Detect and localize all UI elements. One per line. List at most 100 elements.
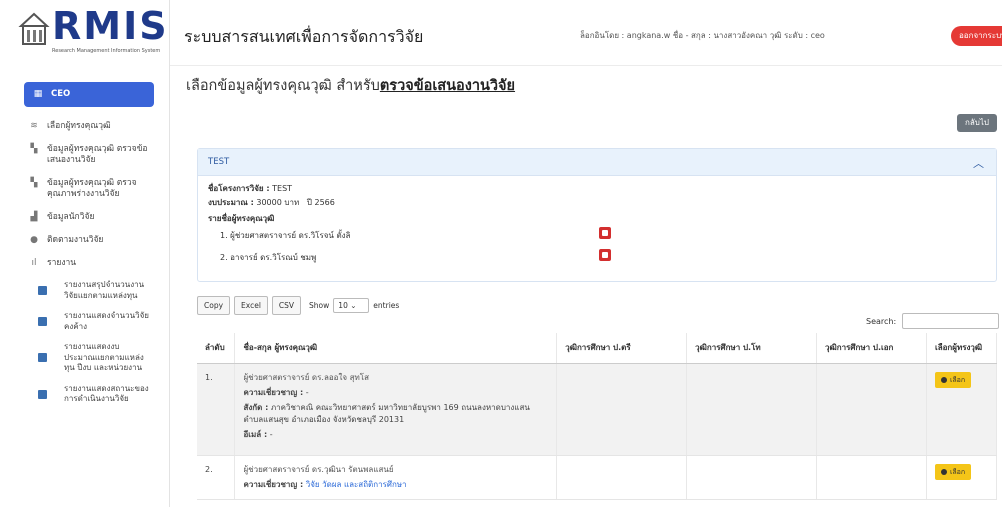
sidebar-item-select-expert[interactable]: ≋ เลือกผู้ทรงคุณวุฒิ bbox=[24, 115, 154, 138]
sidebar-item-label: เลือกผู้ทรงคุณวุฒิ bbox=[47, 121, 111, 131]
sidebar-item-tracking[interactable]: ● ติดตามงานวิจัย bbox=[24, 229, 154, 252]
chevron-down-icon: ⌄ bbox=[350, 301, 357, 310]
circle-icon: ● bbox=[30, 235, 38, 245]
sidebar-item-ceo[interactable]: ▦ CEO bbox=[24, 82, 154, 107]
choose-button[interactable]: เลือก bbox=[934, 463, 972, 480]
logout-button[interactable]: ออกจากระบบ bbox=[951, 26, 1002, 46]
project-card-header[interactable]: TEST ︿ bbox=[198, 149, 996, 176]
chevron-up-icon[interactable]: ︿ bbox=[973, 155, 984, 171]
page-title-emphasis: ตรวจข้อเสนองานวิจัย bbox=[379, 78, 516, 94]
sidebar-subitem-label: รายงานแสดงจำนวนวิจัยคงค้าง bbox=[64, 311, 149, 331]
grid-icon: ▦ bbox=[33, 89, 43, 99]
expert-item: 1. ผู้ช่วยศาสตราจารย์ ดร.วิโรจน์ ตั้งลิ bbox=[220, 231, 351, 240]
layers-icon: ≋ bbox=[30, 121, 38, 131]
back-button[interactable]: กลับไป bbox=[957, 114, 997, 132]
excel-button[interactable]: Excel bbox=[234, 296, 268, 315]
expertise-line: ความเชี่ยวชาญ : - bbox=[243, 387, 309, 397]
logo-text: RMIS bbox=[52, 4, 169, 48]
row-doctorate bbox=[816, 455, 927, 500]
sidebar-subitem-label: รายงานแสดงสถานะของการดำเนินงานวิจัย bbox=[64, 383, 149, 404]
square-icon bbox=[38, 317, 47, 326]
show-label: Show bbox=[309, 301, 330, 310]
expert-name: ผู้ช่วยศาสตราจารย์ ดร.ลออใจ สุทโส bbox=[243, 372, 369, 382]
sidebar-item-label: ข้อมูลผู้ทรงคุณวุฒิ ตรวจข้อเสนองานวิจัย bbox=[47, 144, 148, 165]
check-circle-icon bbox=[940, 376, 947, 383]
main-content: เลือกข้อมูลผู้ทรงคุณวุฒิ สำหรับตรวจข้อเส… bbox=[170, 66, 1002, 507]
sidebar-item-expert-draft[interactable]: ▚ ข้อมูลผู้ทรงคุณวุฒิ ตรวจคุณภาพร่างงานว… bbox=[24, 172, 154, 206]
expertise-line: ความเชี่ยวชาญ : วิจัย วัดผล และสถิติการศ… bbox=[243, 479, 407, 489]
row-no: 1. bbox=[197, 363, 236, 456]
sidebar-item-label: ติดตามงานวิจัย bbox=[47, 235, 104, 245]
row-name-cell: ผู้ช่วยศาสตราจารย์ ดร.ลออใจ สุทโส ความเช… bbox=[234, 363, 558, 456]
sidebar: RMIS Research Management Information Sys… bbox=[0, 0, 170, 507]
entries-select[interactable]: 10 ⌄ bbox=[333, 298, 370, 313]
csv-button[interactable]: CSV bbox=[271, 296, 302, 315]
project-name-label: ชื่อโครงการวิจัย : bbox=[208, 184, 270, 193]
logo[interactable]: RMIS Research Management Information Sys… bbox=[18, 4, 167, 58]
year-value: ปี 2566 bbox=[306, 198, 335, 207]
table-header-row: ลำดับ ชื่อ-สกุล ผู้ทรงคุณวุฒิ วุฒิการศึก… bbox=[197, 333, 998, 364]
panel-icon: ▚ bbox=[30, 178, 38, 188]
choose-button[interactable]: เลือก bbox=[934, 371, 972, 388]
sidebar-item-reports[interactable]: ıl รายงาน bbox=[24, 252, 154, 275]
row-bachelor bbox=[556, 363, 688, 456]
sidebar-item-label: ข้อมูลผู้ทรงคุณวุฒิ ตรวจคุณภาพร่างงานวิจ… bbox=[47, 178, 137, 199]
row-master bbox=[686, 455, 818, 500]
sidebar-item-expert-proposal[interactable]: ▚ ข้อมูลผู้ทรงคุณวุฒิ ตรวจข้อเสนองานวิจั… bbox=[24, 138, 154, 172]
table-toolbar: Copy Excel CSV Show 10 ⌄ entries bbox=[197, 296, 399, 315]
sidebar-subitem-report-pending[interactable]: รายงานแสดงจำนวนวิจัยคงค้าง bbox=[24, 306, 154, 337]
entries-label: entries bbox=[373, 301, 400, 310]
sidebar-item-label: CEO bbox=[51, 89, 71, 99]
sidebar-subitem-report-funding[interactable]: รายงานสรุปจำนวนงานวิจัยแยกตามแหล่งทุน bbox=[24, 275, 154, 306]
bar-chart-icon: ıl bbox=[31, 258, 37, 268]
col-name[interactable]: ชื่อ-สกุล ผู้ทรงคุณวุฒิ bbox=[234, 333, 558, 364]
delete-icon[interactable] bbox=[599, 249, 611, 261]
affiliation-line: สังกัด : ภาควิชาคณิ คณะวิทยาศาสตร์ มหาวิ… bbox=[243, 402, 530, 424]
email-line: อีเมล์ : - bbox=[243, 429, 273, 439]
project-card: TEST ︿ ชื่อโครงการวิจัย : TEST งบประมาณ … bbox=[197, 148, 997, 282]
table-row: 1. ผู้ช่วยศาสตราจารย์ ดร.ลออใจ สุทโส ควา… bbox=[197, 363, 998, 456]
building-logo-icon bbox=[18, 12, 50, 45]
search-label: Search: bbox=[866, 317, 897, 326]
panel-icon: ▚ bbox=[30, 144, 38, 154]
sidebar-item-researchers[interactable]: ▟ ข้อมูลนักวิจัย bbox=[24, 206, 154, 229]
col-choose[interactable]: เลือกผู้ทรงวุฒิ bbox=[926, 333, 998, 364]
expert-name: ผู้ช่วยศาสตราจารย์ ดร.วุฒินา รัตนพลแสนย์ bbox=[243, 464, 394, 474]
row-master bbox=[686, 363, 818, 456]
table-row: 2. ผู้ช่วยศาสตราจารย์ ดร.วุฒินา รัตนพลแส… bbox=[197, 455, 998, 500]
col-no[interactable]: ลำดับ bbox=[197, 333, 236, 364]
col-bachelor[interactable]: วุฒิการศึกษา ป.ตรี bbox=[556, 333, 688, 364]
delete-icon[interactable] bbox=[599, 227, 611, 239]
experts-label: รายชื่อผู้ทรงคุณวุฒิ bbox=[208, 214, 275, 223]
project-name-value: TEST bbox=[272, 184, 293, 193]
budget-label: งบประมาณ : bbox=[208, 198, 254, 207]
project-card-title: TEST bbox=[208, 157, 230, 167]
col-doctorate[interactable]: วุฒิการศึกษา ป.เอก bbox=[816, 333, 927, 364]
row-name-cell: ผู้ช่วยศาสตราจารย์ ดร.วุฒินา รัตนพลแสนย์… bbox=[234, 455, 558, 500]
logo-subtitle: Research Management Information System bbox=[52, 48, 161, 54]
entries-control: Show 10 ⌄ entries bbox=[309, 298, 399, 313]
project-name-row: ชื่อโครงการวิจัย : TEST bbox=[208, 182, 292, 195]
row-no: 2. bbox=[197, 455, 236, 500]
experts-table: ลำดับ ชื่อ-สกุล ผู้ทรงคุณวุฒิ วุฒิการศึก… bbox=[197, 333, 998, 500]
check-circle-icon bbox=[940, 468, 947, 475]
budget-row: งบประมาณ : 30000 บาท ปี 2566 bbox=[208, 196, 335, 209]
page-title: เลือกข้อมูลผู้ทรงคุณวุฒิ สำหรับตรวจข้อเส… bbox=[186, 74, 515, 97]
row-bachelor bbox=[556, 455, 688, 500]
sidebar-item-label: ข้อมูลนักวิจัย bbox=[47, 212, 95, 222]
row-doctorate bbox=[816, 363, 927, 456]
sidebar-subitem-report-budget[interactable]: รายงานแสดงงบประมาณแยกตามแหล่งทุน ปีงบ แล… bbox=[24, 337, 154, 379]
users-icon: ▟ bbox=[30, 212, 38, 222]
search-input[interactable] bbox=[902, 313, 999, 329]
page-title-prefix: เลือกข้อมูลผู้ทรงคุณวุฒิ สำหรับ bbox=[186, 78, 380, 94]
copy-button[interactable]: Copy bbox=[197, 296, 231, 315]
row-choose-cell: เลือก bbox=[926, 363, 998, 456]
square-icon bbox=[38, 353, 47, 363]
square-icon bbox=[38, 286, 47, 295]
sidebar-subitem-label: รายงานสรุปจำนวนงานวิจัยแยกตามแหล่งทุน bbox=[64, 280, 145, 300]
col-master[interactable]: วุฒิการศึกษา ป.โท bbox=[686, 333, 818, 364]
sidebar-subitem-report-status[interactable]: รายงานแสดงสถานะของการดำเนินงานวิจัย bbox=[24, 379, 154, 410]
top-header: ระบบสารสนเทศเพื่อการจัดการวิจัย ล็อกอินโ… bbox=[170, 0, 1002, 66]
app-frame: RMIS Research Management Information Sys… bbox=[0, 0, 1002, 507]
budget-value: 30000 บาท bbox=[256, 198, 300, 207]
